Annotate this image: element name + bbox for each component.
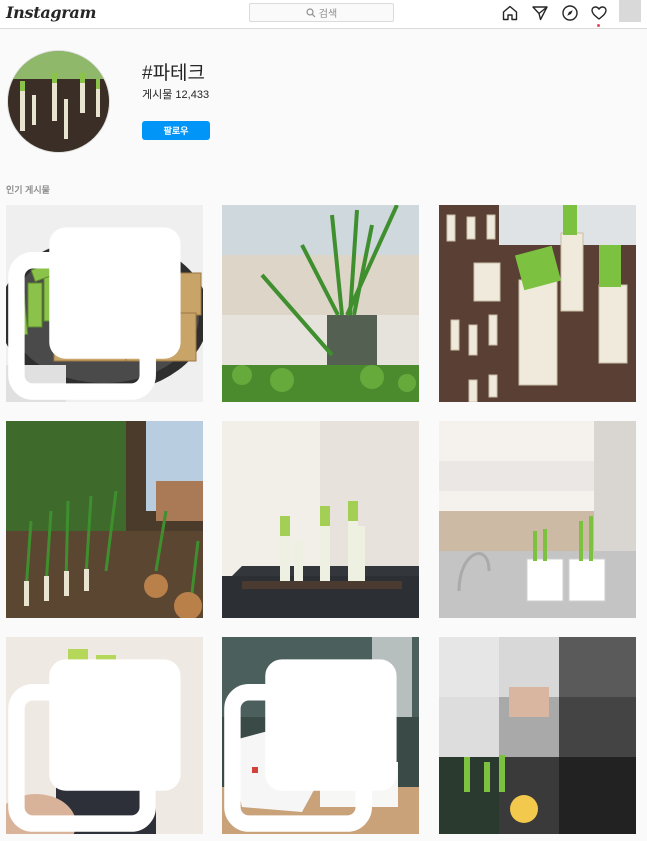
multiple-photos-icon — [8, 659, 181, 832]
post-tile-9[interactable] — [439, 637, 636, 834]
hashtag-profile-image — [7, 50, 110, 153]
explore-compass-icon[interactable] — [561, 4, 579, 22]
multiple-photos-icon — [224, 659, 397, 832]
hashtag-title: #파테크 — [142, 63, 206, 84]
search-placeholder: 검색 — [318, 9, 338, 20]
post-tile-7[interactable] — [6, 637, 203, 834]
search-icon — [306, 7, 316, 17]
direct-message-icon[interactable] — [531, 4, 549, 22]
follow-button[interactable]: 팔로우 — [142, 121, 210, 140]
post-tile-5[interactable] — [222, 421, 419, 618]
post-tile-8[interactable] — [222, 637, 419, 834]
profile-avatar[interactable] — [619, 0, 641, 22]
post-tile-6[interactable] — [439, 421, 636, 618]
activity-heart-icon[interactable] — [590, 4, 608, 22]
post-tile-4[interactable] — [6, 421, 203, 618]
notification-dot — [597, 24, 600, 27]
search-input[interactable]: 검색 — [249, 3, 394, 22]
post-count: 게시물 12,433 — [142, 89, 210, 101]
post-tile-2[interactable] — [222, 205, 419, 402]
instagram-logo[interactable]: Instagram — [6, 3, 96, 22]
post-tile-1[interactable] — [6, 205, 203, 402]
top-navigation-bar: Instagram 검색 — [0, 0, 647, 29]
top-posts-heading: 인기 게시물 — [6, 185, 50, 195]
post-tile-3[interactable] — [439, 205, 636, 402]
home-icon[interactable] — [501, 4, 519, 22]
multiple-photos-icon — [8, 227, 181, 400]
